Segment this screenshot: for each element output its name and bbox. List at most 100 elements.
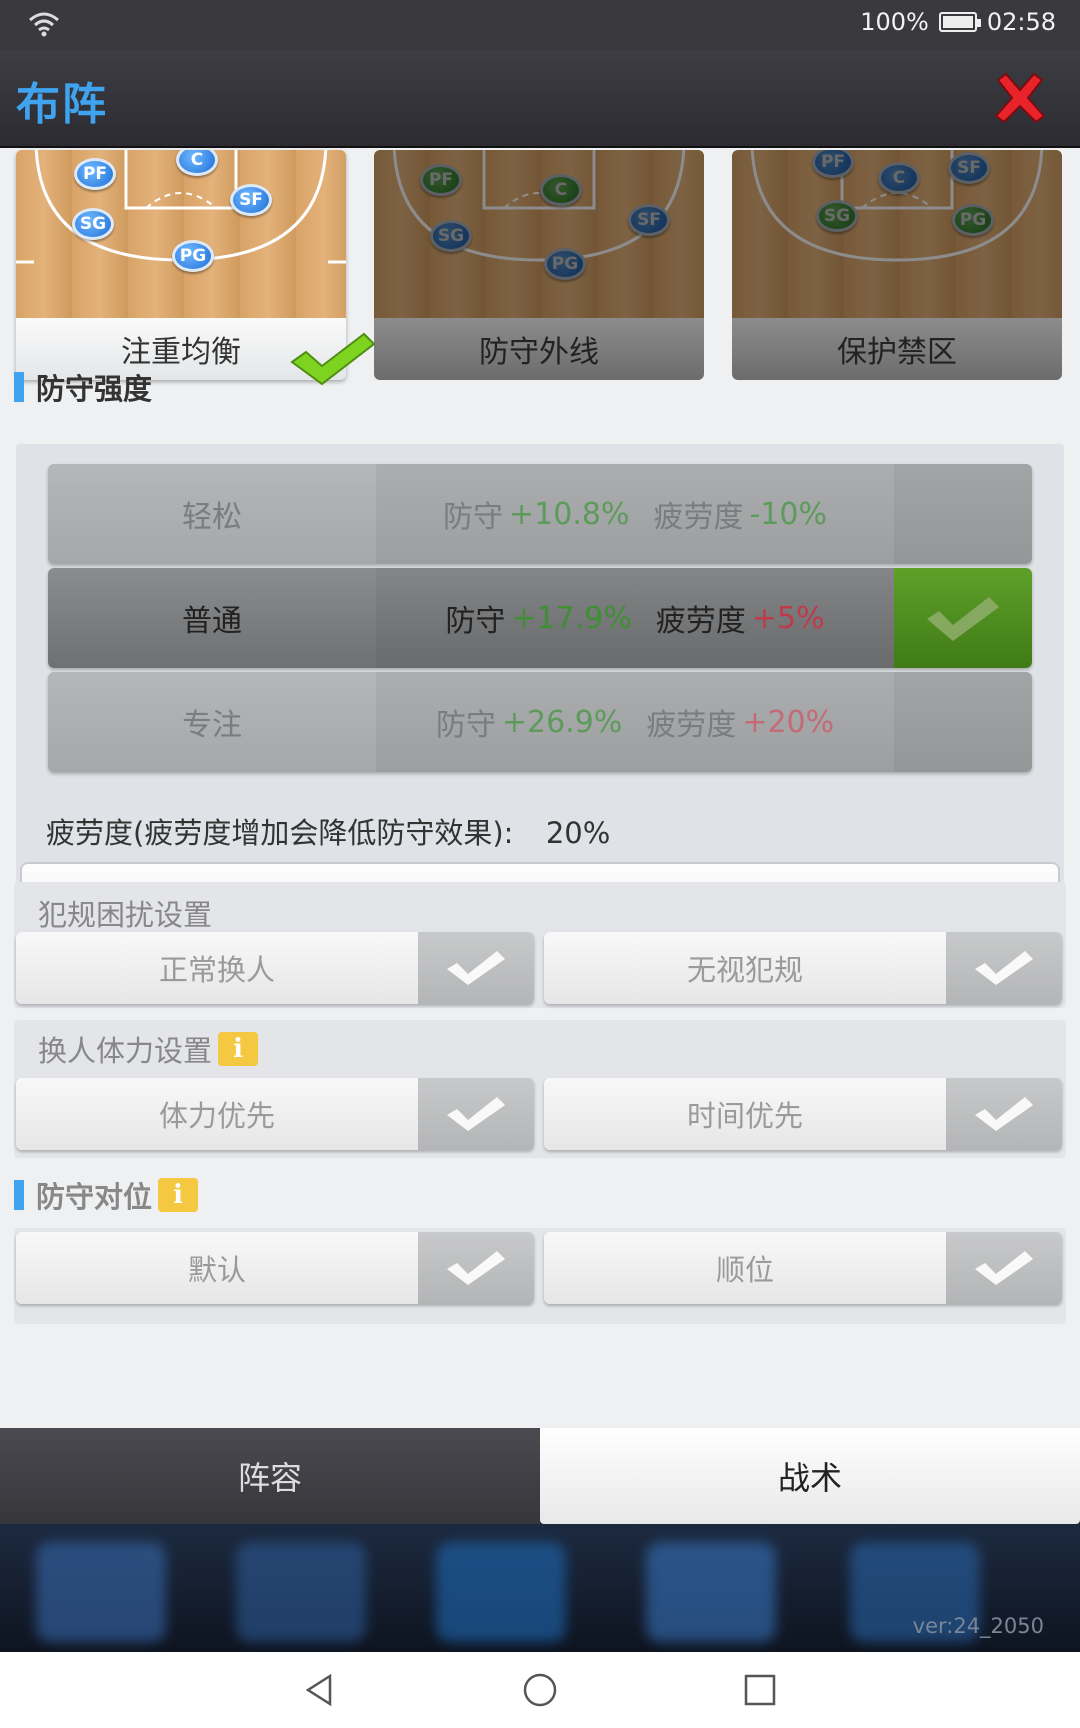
player-pg: PG	[952, 204, 994, 236]
stamina-option-time-first[interactable]: 时间优先	[544, 1078, 1062, 1150]
stamina-settings-title: 换人体力设置 i	[38, 1028, 259, 1070]
player-sg: SG	[816, 200, 858, 232]
tab-lineup[interactable]: 阵容	[0, 1428, 540, 1524]
option-label: 默认	[16, 1232, 418, 1304]
defense-label: 防守	[435, 708, 496, 743]
option-label: 无视犯规	[544, 932, 946, 1004]
player-sf: SF	[628, 204, 670, 236]
section-defense-intensity: 防守强度	[14, 366, 152, 408]
page-title: 布阵	[16, 79, 108, 130]
option-label: 顺位	[544, 1232, 946, 1304]
close-x-icon[interactable]	[990, 68, 1050, 128]
status-bar: 100% 02:58	[0, 0, 1080, 50]
intensity-name: 专注	[48, 672, 376, 772]
section-marker	[14, 1180, 24, 1210]
formation-label: 保护禁区	[732, 318, 1062, 380]
back-icon[interactable]	[302, 1672, 338, 1708]
intensity-name: 轻松	[48, 464, 376, 564]
check-icon	[418, 932, 534, 1004]
fatigue-summary-label: 疲劳度(疲劳度增加会降低防守效果):	[46, 816, 514, 850]
formation-card-paint[interactable]: PF C SF SG PG 保护禁区	[732, 150, 1062, 380]
player-pf: PF	[74, 158, 116, 190]
fatigue-value: +5%	[751, 600, 825, 636]
chat-icon	[646, 1542, 776, 1642]
defense-value: +10.8%	[509, 496, 630, 532]
option-label: 时间优先	[544, 1078, 946, 1150]
fatigue-label: 疲劳度	[646, 708, 737, 743]
battery-percent: 100%	[860, 8, 929, 36]
fatigue-label: 疲劳度	[655, 604, 746, 639]
fatigue-value: +20%	[742, 704, 835, 740]
check-icon	[946, 1078, 1062, 1150]
defense-value: +26.9%	[501, 704, 623, 740]
matchup-option-ranked[interactable]: 顺位	[544, 1232, 1062, 1304]
foul-settings-section: 犯规困扰设置 正常换人 无视犯规	[14, 882, 1066, 1008]
player-pg: PG	[544, 248, 586, 280]
info-icon[interactable]: i	[218, 1032, 259, 1066]
version-label: ver:24_2050	[912, 1614, 1044, 1638]
matchup-section: 默认 顺位	[14, 1228, 1066, 1324]
section-title: 防守强度	[36, 372, 153, 406]
player-c: C	[878, 162, 920, 194]
check-icon	[418, 1078, 534, 1150]
section-marker	[14, 372, 24, 402]
defense-label: 防守	[443, 500, 504, 535]
section-matchup: 防守对位 i	[14, 1174, 199, 1216]
system-nav-bar	[0, 1652, 1080, 1728]
option-label: 体力优先	[16, 1078, 418, 1150]
fatigue-summary: 疲劳度(疲劳度增加会降低防守效果): 20%	[46, 810, 610, 852]
foul-settings-title: 犯规困扰设置	[38, 898, 213, 932]
check-icon	[418, 1232, 534, 1304]
tab-tactics[interactable]: 战术	[540, 1428, 1080, 1524]
defense-value: +17.9%	[511, 600, 632, 636]
section-title: 防守对位	[36, 1180, 153, 1214]
foul-option-normal-sub[interactable]: 正常换人	[16, 932, 534, 1004]
battery-icon	[938, 12, 981, 32]
stamina-settings-section: 换人体力设置 i 体力优先 时间优先	[14, 1020, 1066, 1158]
player-sf: SF	[230, 184, 272, 216]
player-sg: SG	[430, 220, 472, 252]
player-pf: PF	[420, 164, 462, 196]
intensity-stats: 防守 +26.9% 疲劳度 +20%	[376, 672, 894, 772]
yen-icon	[236, 1542, 366, 1642]
intensity-name: 普通	[48, 568, 376, 668]
matchup-option-default[interactable]: 默认	[16, 1232, 534, 1304]
intensity-option-normal[interactable]: 普通 防守 +17.9% 疲劳度 +5%	[48, 568, 1032, 668]
check-icon	[927, 597, 999, 641]
bottom-tabs: 阵容 战术	[0, 1428, 1080, 1524]
wifi-icon	[29, 12, 59, 37]
formation-selector: PF C SF SG PG 注重均衡 PF C SF SG PG 防守外线 PF…	[16, 148, 1064, 386]
fatigue-label: 疲劳度	[653, 500, 744, 535]
court-icon	[436, 1542, 566, 1642]
clock: 02:58	[986, 8, 1056, 36]
section-title: 换人体力设置	[38, 1034, 213, 1068]
home-icon[interactable]	[522, 1672, 558, 1708]
tactics-panel: PF C SF SG PG 注重均衡 PF C SF SG PG 防守外线 PF…	[0, 148, 1080, 1428]
court-diagram: PF C SF SG PG	[374, 150, 704, 318]
check-slot	[894, 464, 1032, 564]
info-icon[interactable]: i	[158, 1178, 199, 1212]
selected-check-icon	[290, 332, 376, 386]
check-icon	[946, 932, 1062, 1004]
background-nav: ver:24_2050	[0, 1524, 1080, 1652]
intensity-stats: 防守 +10.8% 疲劳度 -10%	[376, 464, 894, 564]
formation-card-perimeter[interactable]: PF C SF SG PG 防守外线	[374, 150, 704, 380]
player-sf: SF	[948, 152, 990, 184]
check-slot	[894, 568, 1032, 668]
foul-option-ignore[interactable]: 无视犯规	[544, 932, 1062, 1004]
check-slot	[894, 672, 1032, 772]
defense-label: 防守	[445, 604, 506, 639]
stamina-option-stamina-first[interactable]: 体力优先	[16, 1078, 534, 1150]
fatigue-value: -10%	[749, 496, 827, 532]
recents-icon[interactable]	[742, 1672, 778, 1708]
intensity-stats: 防守 +17.9% 疲劳度 +5%	[376, 568, 894, 668]
formation-label: 防守外线	[374, 318, 704, 380]
player-c: C	[540, 174, 582, 206]
option-label: 正常换人	[16, 932, 418, 1004]
fatigue-summary-value: 20%	[545, 816, 611, 850]
player-pg: PG	[172, 240, 214, 272]
intensity-option-focus[interactable]: 专注 防守 +26.9% 疲劳度 +20%	[48, 672, 1032, 772]
intensity-option-easy[interactable]: 轻松 防守 +10.8% 疲劳度 -10%	[48, 464, 1032, 564]
header: 布阵	[0, 50, 1080, 148]
check-icon	[946, 1232, 1062, 1304]
